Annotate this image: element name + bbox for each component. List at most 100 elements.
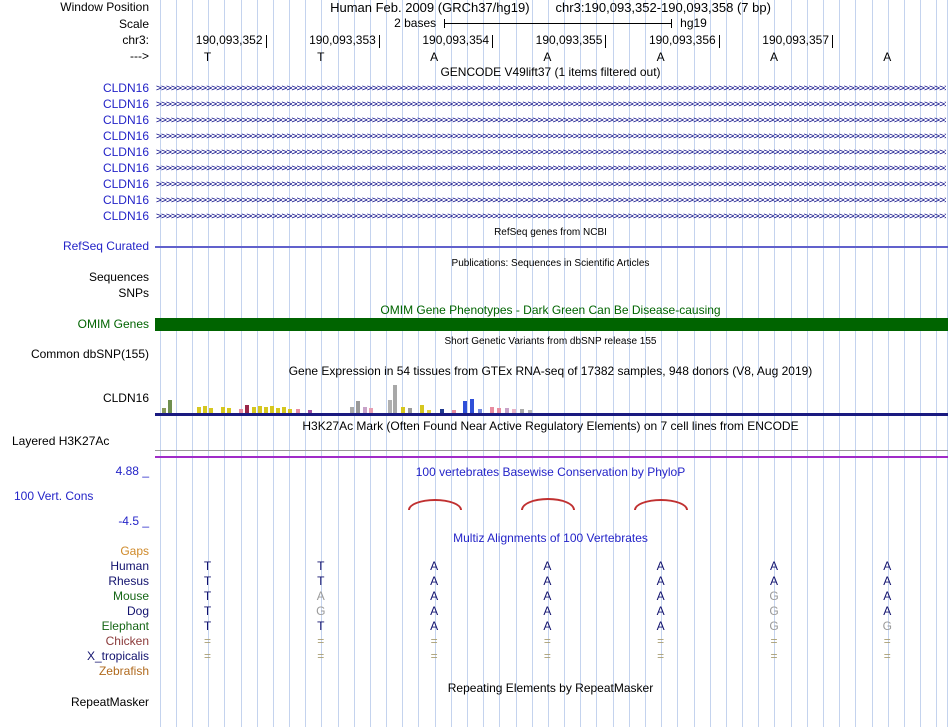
gtex-expression-bar[interactable] — [356, 401, 360, 413]
alignment-base: G — [769, 604, 779, 618]
gtex-expression-bar[interactable] — [393, 385, 397, 413]
ruler-position-label: 190,093,355 — [535, 33, 603, 47]
track-label-gencode-cldn16[interactable]: CLDN16 — [0, 146, 149, 159]
phylop-max-value: 4.88 _ — [115, 464, 149, 478]
track-label-sequences[interactable]: Sequences — [0, 271, 149, 284]
gtex-expression-bar[interactable] — [463, 401, 467, 413]
genome-browser-tracks-image: Window Position Scale chr3: ---> RefSeq … — [0, 0, 950, 727]
track-label-snps[interactable]: SNPs — [0, 287, 149, 300]
track-label-gencode-cldn16[interactable]: CLDN16 — [0, 114, 149, 127]
alignment-base: G — [769, 619, 779, 633]
track-label-gencode-cldn16[interactable]: CLDN16 — [0, 98, 149, 111]
gencode-transcript[interactable]: >>>>>>>>>>>>>>>>>>>>>>>>>>>>>>>>>>>>>>>>… — [156, 210, 946, 223]
gtex-expression-bar[interactable] — [258, 406, 262, 413]
alignment-base: A — [656, 604, 665, 618]
species-label-elephant[interactable]: Elephant — [0, 620, 149, 633]
alignment-base: T — [203, 574, 212, 588]
track-label-repeatmasker[interactable]: RepeatMasker — [0, 696, 149, 709]
alignment-base: = — [430, 634, 438, 648]
gtex-expression-bar[interactable] — [270, 406, 274, 413]
track-label-layered-h3k27ac[interactable]: Layered H3K27Ac — [12, 435, 109, 448]
assembly-title: Human Feb. 2009 (GRCh37/hg19) — [330, 0, 530, 15]
track-label-gencode-cldn16[interactable]: CLDN16 — [0, 210, 149, 223]
species-label-chicken[interactable]: Chicken — [0, 635, 149, 648]
multiz-track-title: Multiz Alignments of 100 Vertebrates — [453, 531, 648, 545]
phylop-peak — [408, 499, 462, 510]
window-position-label: Window Position — [60, 0, 149, 14]
h3k27ac-track-title: H3K27Ac Mark (Often Found Near Active Re… — [302, 419, 799, 433]
alignment-base: A — [543, 559, 552, 573]
alignment-base: A — [543, 574, 552, 588]
alignment-base: T — [203, 589, 212, 603]
track-label-gencode-cldn16[interactable]: CLDN16 — [0, 162, 149, 175]
track-label-gaps[interactable]: Gaps — [0, 545, 149, 558]
gencode-transcript[interactable]: >>>>>>>>>>>>>>>>>>>>>>>>>>>>>>>>>>>>>>>>… — [156, 146, 946, 159]
species-label-dog[interactable]: Dog — [0, 605, 149, 618]
gtex-expression-bar[interactable] — [203, 406, 207, 413]
ruler-position-label: 190,093,356 — [648, 33, 716, 47]
gencode-transcript[interactable]: >>>>>>>>>>>>>>>>>>>>>>>>>>>>>>>>>>>>>>>>… — [156, 178, 946, 191]
alignment-base: A — [883, 604, 892, 618]
track-label-gencode-cldn16[interactable]: CLDN16 — [0, 82, 149, 95]
alignment-base: T — [317, 574, 325, 588]
gencode-transcript[interactable]: >>>>>>>>>>>>>>>>>>>>>>>>>>>>>>>>>>>>>>>>… — [156, 162, 946, 175]
alignment-base: A — [883, 559, 892, 573]
alignment-base: = — [543, 649, 551, 663]
alignment-base: G — [882, 619, 892, 633]
track-label-gtex-gene[interactable]: CLDN16 — [0, 392, 149, 405]
track-label-gencode-cldn16[interactable]: CLDN16 — [0, 130, 149, 143]
phylop-peak — [634, 499, 688, 510]
ruler-tick — [832, 35, 833, 48]
alignment-base: = — [657, 649, 665, 663]
species-label-zebrafish[interactable]: Zebrafish — [0, 665, 149, 678]
sequence-base: A — [543, 50, 552, 64]
gencode-transcript[interactable]: >>>>>>>>>>>>>>>>>>>>>>>>>>>>>>>>>>>>>>>>… — [156, 98, 946, 111]
track-label-gencode-cldn16[interactable]: CLDN16 — [0, 178, 149, 191]
scale-row: 2 bases hg19 — [155, 17, 946, 30]
ruler-tick — [265, 35, 267, 48]
gtex-expression-bar[interactable] — [388, 400, 392, 413]
gtex-track-title: Gene Expression in 54 tissues from GTEx … — [288, 364, 813, 378]
repeatmasker-track-title: Repeating Elements by RepeatMasker — [447, 681, 654, 695]
gtex-expression-bar[interactable] — [420, 405, 424, 413]
gencode-transcript[interactable]: >>>>>>>>>>>>>>>>>>>>>>>>>>>>>>>>>>>>>>>>… — [156, 114, 946, 127]
gencode-transcript[interactable]: >>>>>>>>>>>>>>>>>>>>>>>>>>>>>>>>>>>>>>>>… — [156, 194, 946, 207]
species-label-x_tropicalis[interactable]: X_tropicalis — [0, 650, 149, 663]
publications-track-title: Publications: Sequences in Scientific Ar… — [451, 258, 650, 269]
alignment-base: = — [543, 634, 551, 648]
gtex-baseline — [155, 413, 948, 416]
chrom-label: chr3: — [122, 33, 149, 47]
assembly-short-label: hg19 — [680, 16, 707, 30]
alignment-base: T — [203, 604, 212, 618]
alignment-base: = — [430, 649, 438, 663]
track-label-gencode-cldn16[interactable]: CLDN16 — [0, 194, 149, 207]
alignment-base: T — [203, 559, 212, 573]
alignment-base: T — [203, 619, 212, 633]
alignment-base: = — [203, 649, 211, 663]
omim-gene-item[interactable] — [155, 318, 948, 331]
alignment-base: A — [430, 619, 439, 633]
track-label-refseq-curated[interactable]: RefSeq Curated — [0, 240, 149, 253]
species-label-rhesus[interactable]: Rhesus — [0, 575, 149, 588]
gtex-expression-bar[interactable] — [245, 405, 249, 413]
species-label-human[interactable]: Human — [0, 560, 149, 573]
gtex-expression-bar[interactable] — [470, 399, 474, 413]
alignment-base: A — [656, 559, 665, 573]
refseq-curated-item[interactable] — [155, 246, 948, 248]
gencode-transcript[interactable]: >>>>>>>>>>>>>>>>>>>>>>>>>>>>>>>>>>>>>>>>… — [156, 82, 946, 95]
alignment-base: G — [316, 604, 326, 618]
alignment-base: A — [430, 574, 439, 588]
alignment-base: = — [657, 634, 665, 648]
track-label-100-vert-cons[interactable]: 100 Vert. Cons — [14, 490, 93, 503]
track-label-omim-genes[interactable]: OMIM Genes — [0, 318, 149, 331]
gtex-expression-bar[interactable] — [168, 400, 172, 413]
window-position-title: Human Feb. 2009 (GRCh37/hg19) chr3:190,0… — [155, 1, 946, 15]
alignment-base: = — [317, 634, 325, 648]
alignment-base: A — [543, 619, 552, 633]
track-label-common-dbsnp[interactable]: Common dbSNP(155) — [0, 348, 149, 361]
species-label-mouse[interactable]: Mouse — [0, 590, 149, 603]
gencode-transcript[interactable]: >>>>>>>>>>>>>>>>>>>>>>>>>>>>>>>>>>>>>>>>… — [156, 130, 946, 143]
scale-bar — [444, 19, 673, 28]
sequence-base: A — [769, 50, 778, 64]
alignment-base: A — [656, 619, 665, 633]
